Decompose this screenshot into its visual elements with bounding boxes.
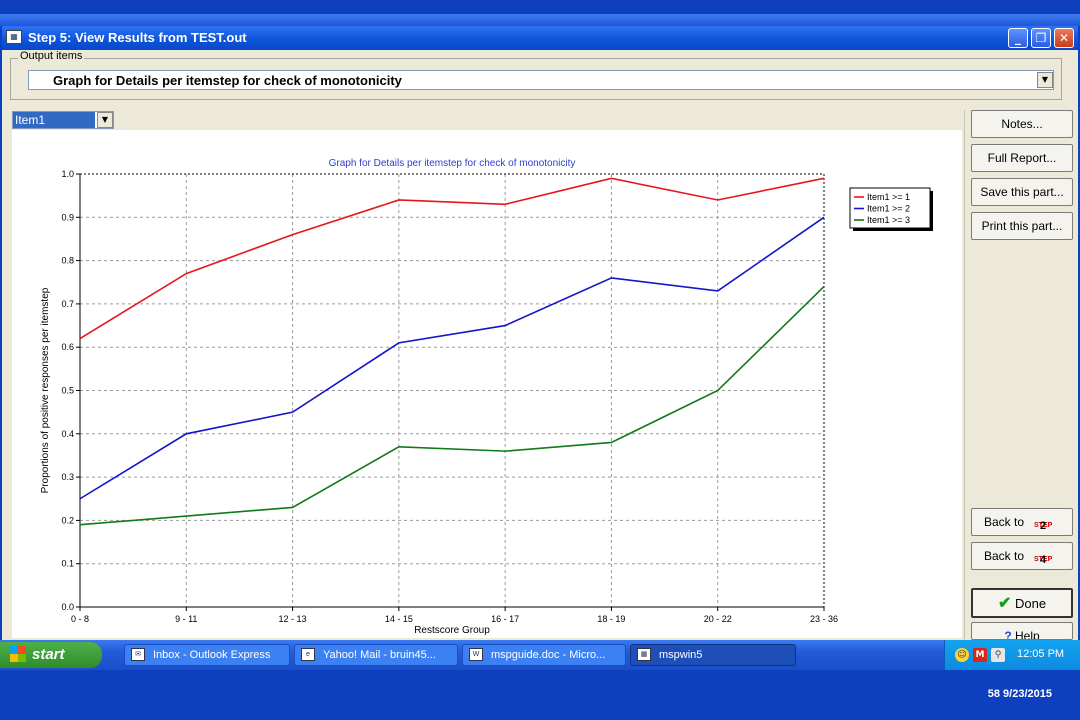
series-line-1 xyxy=(79,177,825,340)
clock: 12:05 PM xyxy=(1017,648,1065,660)
start-label: start xyxy=(32,646,65,663)
help-icon: ? xyxy=(1004,629,1012,640)
help-label: Help xyxy=(1015,629,1040,640)
taskbar-item-label: mspwin5 xyxy=(659,649,703,661)
browser-icon: e xyxy=(301,648,315,661)
background-window-titlebar xyxy=(0,14,1080,26)
y-tick-label: 0.7 xyxy=(61,299,74,309)
y-tick-label: 0.2 xyxy=(61,515,74,525)
notes-button[interactable]: Notes... xyxy=(971,110,1073,138)
restore-button[interactable]: ❐ xyxy=(1031,28,1051,48)
taskbar-item-label: mspguide.doc - Micro... xyxy=(491,649,606,661)
legend-label: Item1 >= 2 xyxy=(867,204,910,214)
taskbar-item-label: Yahoo! Mail - bruin45... xyxy=(323,649,436,661)
x-tick-label: 14 - 15 xyxy=(385,614,413,624)
taskbar-item-mspwin5[interactable]: ▦ mspwin5 xyxy=(630,644,796,666)
checkmark-icon: ✔ xyxy=(997,595,1012,612)
help-button[interactable]: ? Help xyxy=(971,622,1073,640)
y-tick-label: 0.9 xyxy=(61,212,74,222)
done-label: Done xyxy=(1014,596,1047,611)
item-dropdown[interactable]: Item1 ▼ xyxy=(12,111,114,129)
x-tick-label: 0 - 8 xyxy=(71,614,89,624)
y-tick-label: 0.6 xyxy=(61,342,74,352)
y-tick-label: 0.1 xyxy=(61,559,74,569)
y-tick-label: 0.5 xyxy=(61,386,74,396)
legend-label: Item1 >= 3 xyxy=(867,215,910,225)
smiley-icon[interactable]: ☺ xyxy=(955,648,969,662)
series-line-3 xyxy=(79,286,825,526)
series-line-2 xyxy=(79,216,825,500)
taskbar: start ✉ Inbox - Outlook Express e Yahoo!… xyxy=(0,640,1080,670)
taskbar-item-outlook[interactable]: ✉ Inbox - Outlook Express xyxy=(124,644,290,666)
monotonicity-chart: Graph for Details per itemstep for check… xyxy=(40,158,933,636)
system-tray: ☺ M ⚲ 12:05 PM xyxy=(944,640,1080,670)
results-window: ▦ Step 5: View Results from TEST.out _ ❐… xyxy=(0,26,1080,640)
x-tick-label: 9 - 11 xyxy=(175,614,197,624)
network-icon[interactable]: ⚲ xyxy=(991,648,1005,662)
save-part-button[interactable]: Save this part... xyxy=(971,178,1073,206)
back-to-label: Back to xyxy=(984,549,1025,563)
window-title: Step 5: View Results from TEST.out xyxy=(28,30,247,45)
y-axis-label: Proportions of positive responses per it… xyxy=(40,287,51,493)
full-report-button[interactable]: Full Report... xyxy=(971,144,1073,172)
mail-icon: ✉ xyxy=(131,648,145,661)
y-tick-label: 0.0 xyxy=(61,602,74,612)
x-tick-label: 16 - 17 xyxy=(491,614,519,624)
slide-footer: 58 9/23/2015 xyxy=(987,688,1052,700)
app-icon: ▦ xyxy=(6,30,22,44)
taskbar-item-yahoo[interactable]: e Yahoo! Mail - bruin45... xyxy=(294,644,458,666)
slide-background-top xyxy=(0,0,1080,14)
taskbar-item-label: Inbox - Outlook Express xyxy=(153,649,271,661)
step-number: 4 xyxy=(1040,554,1047,566)
print-part-button[interactable]: Print this part... xyxy=(971,212,1073,240)
close-button[interactable]: ✕ xyxy=(1054,28,1074,48)
chart-title: Graph for Details per itemstep for check… xyxy=(329,158,576,169)
word-icon: W xyxy=(469,648,483,661)
back-to-step2-button[interactable]: Back to STEP 2 xyxy=(971,508,1073,536)
mcafee-icon[interactable]: M xyxy=(973,648,987,662)
x-tick-label: 23 - 36 xyxy=(810,614,838,624)
taskbar-item-word[interactable]: W mspguide.doc - Micro... xyxy=(462,644,626,666)
y-tick-label: 0.8 xyxy=(61,256,74,266)
x-tick-label: 12 - 13 xyxy=(279,614,307,624)
windows-logo-icon xyxy=(10,646,26,662)
x-tick-label: 18 - 19 xyxy=(597,614,625,624)
output-items-label: Output items xyxy=(18,50,85,62)
y-tick-label: 0.3 xyxy=(61,472,74,482)
x-axis-label: Restscore Group xyxy=(414,625,490,636)
y-tick-label: 0.4 xyxy=(61,429,74,439)
app-icon: ▦ xyxy=(637,648,651,661)
legend-label: Item1 >= 1 xyxy=(867,192,910,202)
chart-panel: Graph for Details per itemstep for check… xyxy=(12,130,962,638)
title-bar[interactable]: ▦ Step 5: View Results from TEST.out _ ❐… xyxy=(2,26,1078,50)
minimize-button[interactable]: _ xyxy=(1008,28,1028,48)
chevron-down-icon[interactable]: ▼ xyxy=(97,112,113,128)
output-items-selected: Graph for Details per itemstep for check… xyxy=(53,73,402,88)
back-to-label: Back to xyxy=(984,515,1025,529)
right-button-panel: Notes... Full Report... Save this part..… xyxy=(964,110,1079,640)
step-number: 2 xyxy=(1040,520,1047,532)
done-button[interactable]: ✔ Done xyxy=(971,588,1073,618)
back-to-step4-button[interactable]: Back to STEP 4 xyxy=(971,542,1073,570)
x-tick-label: 20 - 22 xyxy=(704,614,732,624)
chevron-down-icon[interactable]: ▼ xyxy=(1037,72,1053,88)
item-dropdown-selected: Item1 xyxy=(13,112,95,128)
start-button[interactable]: start xyxy=(0,642,102,668)
y-tick-label: 1.0 xyxy=(61,169,74,179)
output-items-dropdown[interactable]: Graph for Details per itemstep for check… xyxy=(28,70,1054,90)
